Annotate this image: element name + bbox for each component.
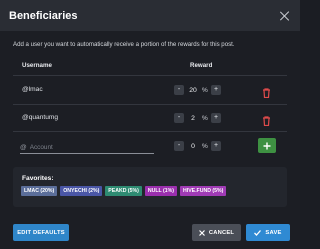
decrement-button[interactable]: - <box>174 85 184 95</box>
beneficiary-username: @quantumg <box>22 114 59 121</box>
trash-icon[interactable] <box>262 85 271 99</box>
account-field: @ <box>20 141 154 154</box>
favorite-chip[interactable]: HIVE.FUND (5%) <box>180 186 227 196</box>
favorite-chip[interactable]: ONYECHI (2%) <box>60 186 103 196</box>
save-label: SAVE <box>265 229 282 236</box>
divider <box>13 75 287 76</box>
account-input[interactable] <box>29 143 140 151</box>
increment-button[interactable]: + <box>211 85 221 95</box>
dialog-footer: EDIT DEFAULTS CANCEL SAVE <box>0 222 300 249</box>
reward-stepper: - 0 % + <box>174 140 228 152</box>
column-header-reward: Reward <box>190 62 213 69</box>
favorite-chip[interactable]: NULL (1%) <box>144 186 177 196</box>
save-button[interactable]: SAVE <box>246 224 290 241</box>
favorites-panel: Favorites: LMAC (20%) ONYECHI (2%) PEAKD… <box>13 167 287 207</box>
increment-button[interactable]: + <box>211 141 221 151</box>
add-beneficiary-button[interactable] <box>258 138 276 153</box>
percent-label: % <box>202 114 208 122</box>
trash-icon[interactable] <box>262 113 271 127</box>
favorites-chips: LMAC (20%) ONYECHI (2%) PEAKD (5%) NULL … <box>21 186 229 196</box>
edit-defaults-button[interactable]: EDIT DEFAULTS <box>13 224 69 241</box>
check-icon <box>254 229 262 236</box>
favorite-chip[interactable]: LMAC (20%) <box>21 186 58 196</box>
close-icon[interactable] <box>279 10 291 22</box>
x-icon <box>198 229 205 236</box>
beneficiary-username: @lmac <box>22 86 43 93</box>
dialog-description: Add a user you want to automatically rec… <box>13 41 235 48</box>
reward-stepper: - 2 % + <box>174 112 228 124</box>
beneficiaries-dialog: Beneficiaries Add a user you want to aut… <box>0 0 300 249</box>
edit-defaults-label: EDIT DEFAULTS <box>17 229 65 236</box>
dialog-header: Beneficiaries <box>0 0 300 31</box>
increment-button[interactable]: + <box>211 113 221 123</box>
decrement-button[interactable]: - <box>174 113 184 123</box>
plus-icon <box>263 142 271 149</box>
favorites-title: Favorites: <box>22 175 54 182</box>
reward-stepper: - 20 % + <box>174 84 228 96</box>
percent-label: % <box>202 86 208 94</box>
reward-value[interactable]: 20 <box>184 87 202 94</box>
percent-label: % <box>202 142 208 150</box>
at-prefix: @ <box>20 143 27 151</box>
divider <box>13 104 287 105</box>
column-header-username: Username <box>22 62 52 69</box>
divider <box>13 131 287 132</box>
reward-value[interactable]: 0 <box>184 143 202 150</box>
dialog-title: Beneficiaries <box>9 9 78 22</box>
decrement-button[interactable]: - <box>174 141 184 151</box>
cancel-label: CANCEL <box>208 229 235 236</box>
reward-value[interactable]: 2 <box>184 115 202 122</box>
cancel-button[interactable]: CANCEL <box>192 224 241 241</box>
favorite-chip[interactable]: PEAKD (5%) <box>105 186 142 196</box>
